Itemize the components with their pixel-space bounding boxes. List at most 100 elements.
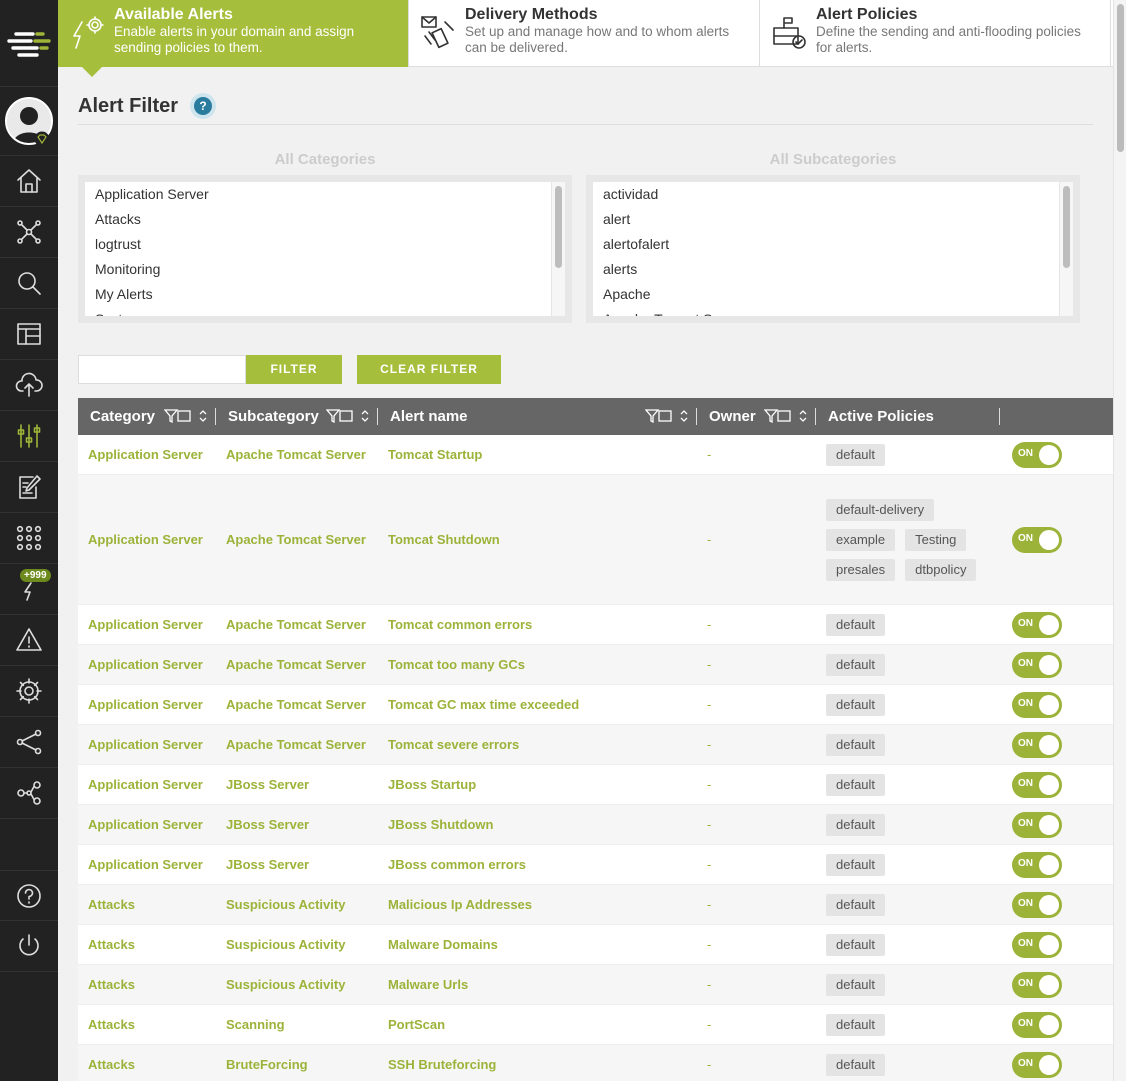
policy-tag[interactable]: default xyxy=(826,853,886,876)
category-cell[interactable]: Application Server xyxy=(78,817,216,832)
subcategory-cell[interactable]: JBoss Server xyxy=(216,857,378,872)
nav-apps[interactable] xyxy=(0,513,58,564)
column-category[interactable]: Category xyxy=(78,398,216,435)
nav-home[interactable] xyxy=(0,156,58,207)
alert-name-cell[interactable]: Tomcat common errors xyxy=(378,617,697,632)
subcategory-cell[interactable]: JBoss Server xyxy=(216,817,378,832)
sort-icon[interactable] xyxy=(360,409,370,423)
list-item[interactable]: My Alerts xyxy=(85,282,565,307)
enable-toggle[interactable]: ON xyxy=(1012,851,1062,878)
subcategory-cell[interactable]: Suspicious Activity xyxy=(216,897,378,912)
enable-toggle[interactable]: ON xyxy=(1012,1051,1062,1078)
enable-toggle[interactable]: ON xyxy=(1012,1011,1062,1038)
subcategory-cell[interactable]: Apache Tomcat Server xyxy=(216,657,378,672)
policy-tag[interactable]: Testing xyxy=(905,528,967,551)
policy-tag[interactable]: default xyxy=(826,813,886,836)
policy-tag[interactable]: default xyxy=(826,973,886,996)
tab-alert-policies[interactable]: Alert Policies Define the sending and an… xyxy=(760,0,1111,67)
list-item[interactable]: actividad xyxy=(593,182,1073,207)
tab-available-alerts[interactable]: Available Alerts Enable alerts in your d… xyxy=(58,0,409,77)
filter-az-icon[interactable] xyxy=(645,409,673,423)
category-cell[interactable]: Application Server xyxy=(78,617,216,632)
enable-toggle[interactable]: ON xyxy=(1012,771,1062,798)
column-subcategory[interactable]: Subcategory xyxy=(216,398,378,435)
policy-tag[interactable]: default-delivery xyxy=(826,498,935,521)
alert-name-cell[interactable]: Tomcat GC max time exceeded xyxy=(378,697,697,712)
category-cell[interactable]: Attacks xyxy=(78,977,216,992)
alert-name-cell[interactable]: SSH Bruteforcing xyxy=(378,1057,697,1072)
category-cell[interactable]: Application Server xyxy=(78,657,216,672)
categories-listbox[interactable]: Application Server Attacks logtrust Monitor… xyxy=(85,182,565,316)
category-cell[interactable]: Application Server xyxy=(78,447,216,462)
subcategory-cell[interactable]: BruteForcing xyxy=(216,1057,378,1072)
policy-tag[interactable]: example xyxy=(826,528,896,551)
enable-toggle[interactable]: ON xyxy=(1012,651,1062,678)
enable-toggle[interactable]: ON xyxy=(1012,731,1062,758)
column-owner[interactable]: Owner xyxy=(697,398,816,435)
filter-az-icon[interactable] xyxy=(326,409,354,423)
category-cell[interactable]: Attacks xyxy=(78,897,216,912)
alert-name-cell[interactable]: Malicious Ip Addresses xyxy=(378,897,697,912)
policy-tag[interactable]: default xyxy=(826,733,886,756)
subcategory-cell[interactable]: Apache Tomcat Server xyxy=(216,737,378,752)
list-item[interactable]: alertofalert xyxy=(593,232,1073,257)
nav-relations[interactable] xyxy=(0,207,58,258)
enable-toggle[interactable]: ON xyxy=(1012,441,1062,468)
category-cell[interactable]: Application Server xyxy=(78,777,216,792)
clear-filter-button[interactable]: CLEAR FILTER xyxy=(357,355,501,384)
nav-logout[interactable] xyxy=(0,921,58,972)
enable-toggle[interactable]: ON xyxy=(1012,691,1062,718)
list-item[interactable]: alert xyxy=(593,207,1073,232)
list-item[interactable]: Monitoring xyxy=(85,257,565,282)
nav-settings[interactable] xyxy=(0,666,58,717)
list-item[interactable]: System xyxy=(85,307,565,316)
help-button[interactable]: ? xyxy=(190,93,217,119)
policy-tag[interactable]: default xyxy=(826,693,886,716)
list-item[interactable]: Application Server xyxy=(85,182,565,207)
enable-toggle[interactable]: ON xyxy=(1012,971,1062,998)
filter-az-icon[interactable] xyxy=(764,409,792,423)
category-cell[interactable]: Application Server xyxy=(78,857,216,872)
subcategories-listbox[interactable]: actividadalertalertofalertalertsApacheAp… xyxy=(593,182,1073,316)
nav-notes[interactable] xyxy=(0,462,58,513)
sort-icon[interactable] xyxy=(679,409,689,423)
nav-flows[interactable] xyxy=(0,717,58,768)
page-scrollbar-thumb[interactable] xyxy=(1117,4,1124,152)
list-item[interactable]: Apache xyxy=(593,282,1073,307)
nav-upload[interactable] xyxy=(0,360,58,411)
policy-tag[interactable]: default xyxy=(826,893,886,916)
list-item[interactable]: Attacks xyxy=(85,207,565,232)
category-cell[interactable]: Application Server xyxy=(78,697,216,712)
alert-name-cell[interactable]: Tomcat Startup xyxy=(378,447,697,462)
logo[interactable] xyxy=(0,0,58,87)
nav-dashboards[interactable] xyxy=(0,309,58,360)
nav-share[interactable] xyxy=(0,768,58,819)
page-scrollbar[interactable] xyxy=(1113,0,1126,1081)
category-cell[interactable]: Attacks xyxy=(78,1057,216,1072)
filter-button[interactable]: FILTER xyxy=(246,355,342,384)
policy-tag[interactable]: default xyxy=(826,443,886,466)
user-avatar-area[interactable] xyxy=(0,87,58,156)
subcategory-cell[interactable]: Apache Tomcat Server xyxy=(216,532,378,547)
policy-tag[interactable]: default xyxy=(826,1053,886,1076)
column-alert-name[interactable]: Alert name xyxy=(378,398,697,435)
alert-name-cell[interactable]: Malware Domains xyxy=(378,937,697,952)
alert-name-cell[interactable]: Tomcat severe errors xyxy=(378,737,697,752)
category-cell[interactable]: Attacks xyxy=(78,937,216,952)
filter-az-icon[interactable] xyxy=(164,409,192,423)
alert-name-cell[interactable]: Tomcat Shutdown xyxy=(378,532,697,547)
category-cell[interactable]: Application Server xyxy=(78,737,216,752)
nav-configuration[interactable] xyxy=(0,411,58,462)
nav-warnings[interactable] xyxy=(0,615,58,666)
enable-toggle[interactable]: ON xyxy=(1012,611,1062,638)
nav-help[interactable] xyxy=(0,870,58,921)
sort-icon[interactable] xyxy=(798,409,808,423)
subcategory-cell[interactable]: Suspicious Activity xyxy=(216,977,378,992)
tab-delivery-methods[interactable]: Delivery Methods Set up and manage how a… xyxy=(409,0,760,67)
subcategories-header[interactable]: All Subcategories xyxy=(586,151,1080,175)
category-cell[interactable]: Application Server xyxy=(78,532,216,547)
enable-toggle[interactable]: ON xyxy=(1012,931,1062,958)
policy-tag[interactable]: default xyxy=(826,933,886,956)
enable-toggle[interactable]: ON xyxy=(1012,891,1062,918)
alert-name-cell[interactable]: JBoss Startup xyxy=(378,777,697,792)
